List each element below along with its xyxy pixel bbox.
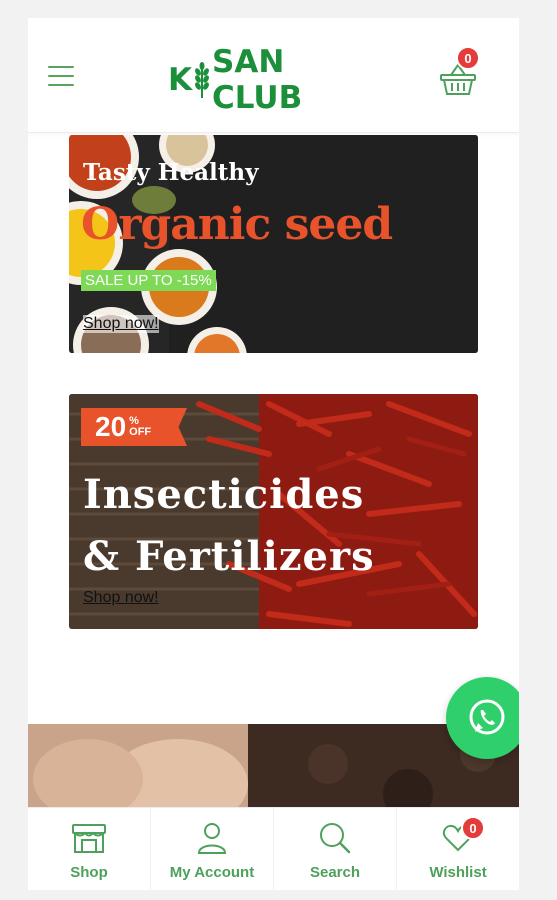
whatsapp-icon xyxy=(469,699,505,735)
menu-icon[interactable] xyxy=(48,66,74,88)
nav-label: Search xyxy=(309,864,361,881)
nav-label: Wishlist xyxy=(429,864,487,881)
cart-button[interactable]: 0 xyxy=(438,46,480,100)
organic-seed-banner[interactable]: Tasty Healthy Organic seed SALE UP TO -1… xyxy=(69,135,478,353)
discount-number: 20 xyxy=(95,411,127,442)
banner-title: Organic seed xyxy=(81,199,393,250)
nav-shop[interactable]: Shop xyxy=(28,808,151,890)
header: K SAN CLUB 0 xyxy=(28,18,519,133)
user-icon xyxy=(192,820,232,856)
search-icon xyxy=(315,820,355,856)
shop-now-link[interactable]: Shop now! xyxy=(83,315,159,333)
discount-word: OFF xyxy=(129,426,152,438)
insecticides-banner[interactable]: 20 % OFF Insecticides & Fertilizers Shop… xyxy=(69,394,478,629)
nav-label: My Account xyxy=(169,864,255,881)
nav-wishlist[interactable]: 0 Wishlist xyxy=(397,808,519,890)
banner-title: Insecticides & Fertilizers xyxy=(83,464,375,588)
discount-badge: 20 % OFF xyxy=(81,408,187,446)
banner-title-line1: Insecticides xyxy=(83,471,365,518)
shop-now-link[interactable]: Shop now! xyxy=(83,589,159,607)
cart-count-badge: 0 xyxy=(456,46,480,70)
shop-icon xyxy=(69,820,109,856)
nav-label: Shop xyxy=(70,864,108,881)
nav-search[interactable]: Search xyxy=(274,808,397,890)
app-screen: K SAN CLUB 0 Tasty Healthy Organic seed … xyxy=(28,18,519,890)
wheat-icon xyxy=(193,61,211,99)
sale-badge: SALE UP TO -15% xyxy=(81,270,216,291)
logo[interactable]: K SAN CLUB xyxy=(168,44,383,116)
banner-tagline: Tasty Healthy xyxy=(83,159,259,186)
whatsapp-button[interactable] xyxy=(446,677,519,759)
nav-my-account[interactable]: My Account xyxy=(151,808,274,890)
banner-title-line2: & Fertilizers xyxy=(83,533,375,580)
logo-text-end: SAN CLUB xyxy=(212,44,303,116)
bottom-nav: Shop My Account Search 0 Wishlist xyxy=(28,807,519,890)
logo-text-start: K xyxy=(168,62,193,98)
wishlist-count-badge: 0 xyxy=(461,816,485,840)
